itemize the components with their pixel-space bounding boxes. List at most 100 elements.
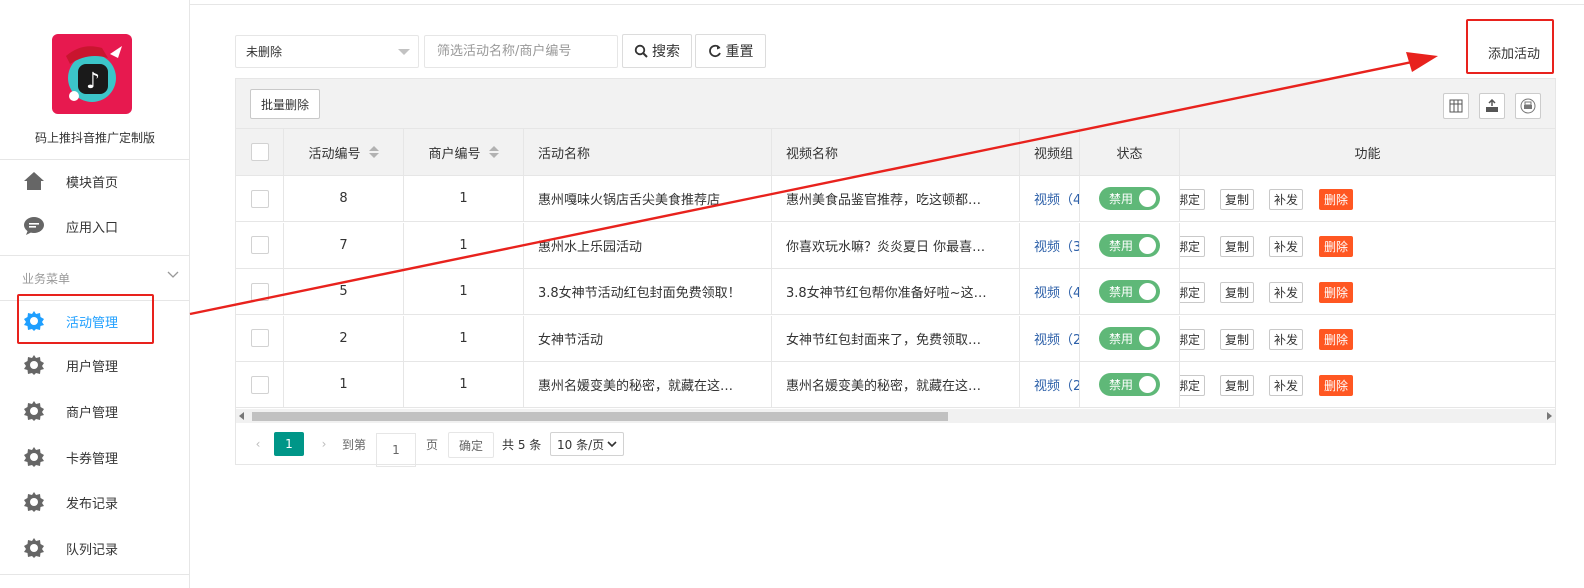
- delete-button[interactable]: 删除: [1319, 189, 1354, 210]
- horizontal-scrollbar[interactable]: [236, 409, 1555, 423]
- reissue-button[interactable]: 补发: [1269, 328, 1304, 350]
- delete-button[interactable]: 删除: [1319, 375, 1354, 396]
- sidebar-item-app-entry[interactable]: 应用入口: [0, 204, 190, 248]
- search-button-label: 搜索: [652, 44, 680, 60]
- copy-button[interactable]: 复制: [1220, 235, 1255, 257]
- video-group-link[interactable]: 视频（2: [1034, 329, 1079, 348]
- reissue-button[interactable]: 补发: [1269, 189, 1304, 210]
- select-all-cell: [236, 129, 284, 175]
- sidebar-item-activity-management[interactable]: 活动管理: [0, 299, 190, 343]
- status-toggle[interactable]: 禁用: [1099, 187, 1160, 210]
- status-toggle[interactable]: 禁用: [1099, 326, 1160, 350]
- row-checkbox[interactable]: [250, 236, 269, 254]
- reset-button[interactable]: 重置: [695, 34, 766, 68]
- scrollbar-thumb[interactable]: [252, 412, 948, 421]
- page-unit-label: 页: [426, 437, 439, 452]
- cell-video-group: 视频（4: [1020, 176, 1080, 221]
- app-logo: ♪: [52, 34, 132, 114]
- scroll-left-icon[interactable]: [239, 412, 244, 420]
- export-icon[interactable]: [1479, 93, 1505, 119]
- cell-activity-id: 2: [284, 315, 404, 361]
- gear-icon: [22, 536, 46, 560]
- table-toolbar: 批量删除: [236, 79, 1555, 129]
- row-checkbox[interactable]: [250, 329, 269, 347]
- status-toggle[interactable]: 禁用: [1099, 373, 1160, 396]
- header-label: 商户编号: [428, 146, 481, 162]
- header-label: 功能: [1354, 146, 1381, 162]
- copy-button[interactable]: 复制: [1220, 375, 1255, 396]
- gear-icon: [22, 399, 46, 423]
- add-activity-button[interactable]: 添加活动: [1488, 43, 1540, 62]
- bind-button[interactable]: 绑定: [1180, 189, 1206, 210]
- status-select[interactable]: 未删除: [235, 35, 419, 68]
- copy-button[interactable]: 复制: [1220, 189, 1255, 210]
- print-icon[interactable]: [1515, 93, 1541, 119]
- status-toggle[interactable]: 禁用: [1099, 280, 1160, 303]
- sidebar-item-coupon-management[interactable]: 卡券管理: [0, 435, 190, 479]
- cell-activity-name: 惠州名媛变美的秘密，就藏在这…: [524, 362, 772, 407]
- copy-button[interactable]: 复制: [1220, 282, 1255, 303]
- search-input[interactable]: [424, 35, 618, 68]
- header-activity-name: 活动名称: [524, 129, 772, 175]
- cell-video-name: 惠州美食品鉴官推荐，吃这顿都…: [772, 176, 1020, 221]
- sidebar-item-merchant-management[interactable]: 商户管理: [0, 389, 190, 433]
- sort-icon[interactable]: [368, 146, 379, 158]
- video-group-link[interactable]: 视频（3: [1034, 236, 1079, 255]
- sort-icon[interactable]: [488, 146, 499, 158]
- cell-activity-name: 惠州水上乐园活动: [524, 222, 772, 268]
- search-button[interactable]: 搜索: [622, 34, 692, 68]
- bind-button[interactable]: 绑定: [1180, 328, 1206, 350]
- status-toggle-label: 禁用: [1109, 331, 1134, 346]
- copy-button[interactable]: 复制: [1220, 328, 1255, 350]
- bind-button[interactable]: 绑定: [1180, 375, 1206, 396]
- sidebar-item-queue-records[interactable]: 队列记录: [0, 526, 190, 570]
- sidebar-item-label: 发布记录: [66, 496, 119, 512]
- page-confirm-button[interactable]: 确定: [448, 432, 494, 458]
- select-all-checkbox[interactable]: [250, 143, 269, 161]
- video-group-link[interactable]: 视频（4: [1034, 282, 1079, 301]
- header-activity-id[interactable]: 活动编号: [284, 129, 404, 175]
- delete-button[interactable]: 删除: [1319, 235, 1354, 257]
- goto-label: 到第: [342, 437, 367, 452]
- page-size-select[interactable]: 10 条/页: [550, 432, 624, 456]
- page-size-value: 10 条/页: [557, 437, 605, 452]
- chevron-down-icon[interactable]: [166, 268, 180, 282]
- row-checkbox[interactable]: [250, 375, 269, 394]
- row-checkbox[interactable]: [250, 282, 269, 301]
- bind-button[interactable]: 绑定: [1180, 235, 1206, 257]
- sidebar-item-publish-records[interactable]: 发布记录: [0, 480, 190, 524]
- sidebar-item-user-management[interactable]: 用户管理: [0, 343, 190, 387]
- status-toggle-label: 禁用: [1109, 378, 1134, 392]
- page-number-input[interactable]: 1: [376, 433, 416, 467]
- reissue-button[interactable]: 补发: [1269, 235, 1304, 257]
- prev-page-icon[interactable]: ‹: [248, 432, 268, 456]
- sidebar-item-home[interactable]: 模块首页: [0, 159, 190, 203]
- batch-delete-button[interactable]: 批量删除: [250, 89, 321, 119]
- reset-button-label: 重置: [725, 44, 754, 60]
- activity-name-text: 惠州名媛变美的秘密，就藏在这…: [538, 379, 734, 394]
- next-page-icon[interactable]: ›: [314, 432, 334, 456]
- row-checkbox[interactable]: [250, 189, 269, 208]
- delete-button[interactable]: 删除: [1319, 282, 1354, 303]
- bind-button[interactable]: 绑定: [1180, 282, 1206, 303]
- reissue-button[interactable]: 补发: [1269, 282, 1304, 303]
- scroll-right-icon[interactable]: [1547, 412, 1552, 420]
- row-select-cell: [236, 362, 284, 407]
- video-group-link[interactable]: 视频（4: [1034, 189, 1079, 208]
- sidebar-divider: [0, 574, 190, 575]
- page-current[interactable]: 1: [274, 432, 304, 456]
- row-select-cell: [236, 222, 284, 268]
- sidebar-item-label: 用户管理: [66, 359, 119, 375]
- reissue-button[interactable]: 补发: [1269, 375, 1304, 396]
- header-merchant-id[interactable]: 商户编号: [404, 129, 524, 175]
- search-icon: [634, 44, 648, 58]
- row-select-cell: [236, 315, 284, 361]
- columns-icon[interactable]: [1443, 93, 1469, 119]
- header-label: 状态: [1116, 146, 1143, 162]
- gear-icon: [22, 490, 46, 514]
- delete-button[interactable]: 删除: [1319, 328, 1354, 350]
- activity-name-text: 惠州嘎味火锅店舌尖美食推荐店: [538, 193, 721, 208]
- status-toggle[interactable]: 禁用: [1099, 233, 1160, 257]
- gear-icon: [22, 309, 46, 333]
- video-group-link[interactable]: 视频（2: [1034, 375, 1079, 394]
